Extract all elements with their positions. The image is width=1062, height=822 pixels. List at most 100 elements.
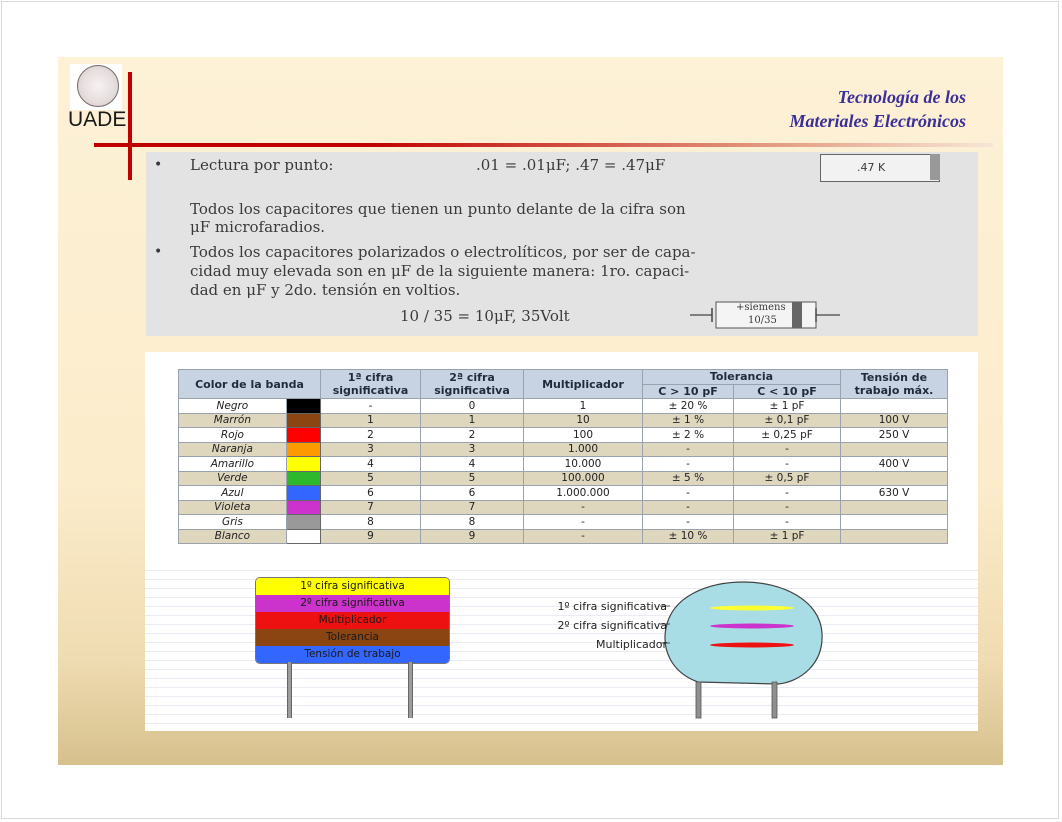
cell-tension [840,398,948,414]
slide-title: Tecnología de los Materiales Electrónico… [790,85,967,133]
cell-mult: 1.000 [523,441,643,457]
cell-tol-lt: ± 0,5 pF [733,470,841,486]
capacitor-47k-label: .47 K [857,161,886,174]
cell-cifra1: 9 [320,528,421,544]
header-cifra2: 2ª cifra significativa [420,369,524,399]
disc-lead-left [695,681,702,719]
rect-band: Multiplicador [256,612,449,629]
cell-cifra2: 5 [420,470,524,486]
cell-tol-lt: ± 0,25 pF [733,427,841,443]
bullet: • [154,244,163,260]
cell-tension [840,441,948,457]
cell-mult: - [523,528,643,544]
para1-line2: μF microfaradios. [190,218,326,236]
disc-body [664,581,823,685]
cell-name: Gris [178,514,287,530]
cell-tension: 250 V [840,427,948,443]
cell-swatch [285,427,322,443]
cell-tol-lt: ± 1 pF [733,528,841,544]
capacitor-47k-drawing: .47 K [820,154,940,182]
cell-tol-lt: - [733,441,841,457]
cell-cifra2: 8 [420,514,524,530]
cell-tol-lt: - [733,456,841,472]
cell-cifra2: 1 [420,412,524,428]
cell-name: Blanco [178,528,287,544]
cell-cifra2: 0 [420,398,524,414]
cell-tol-lt: ± 0,1 pF [733,412,841,428]
cell-tol-lt: ± 1 pF [733,398,841,414]
title-line-2: Materiales Electrónicos [789,111,967,131]
table-row: Violeta 7 7- - - [178,499,948,515]
cell-tol-gt: ± 10 % [642,528,734,544]
capacitor-side-shade [930,154,940,180]
ceramic-rect-capacitor: 1º cifra significativa 2º cifra significa… [255,577,450,664]
cell-mult: 100 [523,427,643,443]
cell-tol-gt: ± 1 % [642,412,734,428]
disc-band [710,623,794,629]
cell-tol-gt: ± 2 % [642,427,734,443]
cell-mult: - [523,499,643,515]
cell-tension [840,528,948,544]
cell-tension [840,470,948,486]
cell-tension: 100 V [840,412,948,428]
cell-swatch [285,456,322,472]
cell-name: Verde [178,470,287,486]
cell-name: Rojo [178,427,287,443]
header-tolerancia: Tolerancia [642,369,841,385]
cell-tol-gt: - [642,499,734,515]
cell-cifra1: - [320,398,421,414]
cell-mult: 1.000.000 [523,485,643,501]
disc-capacitor-drawing [660,581,823,719]
red-vertical-rule [128,72,132,180]
disc-band [710,605,794,611]
para2-line2: cidad muy elevada son en μF de la siguie… [190,262,690,280]
cell-tol-lt: - [733,514,841,530]
cell-swatch [285,470,322,486]
example-formula: 10 / 35 = 10μF, 35Volt [400,307,570,325]
cell-mult: - [523,514,643,530]
cell-tol-gt: - [642,441,734,457]
cell-swatch [285,528,322,544]
cell-cifra1: 5 [320,470,421,486]
cell-cifra2: 4 [420,456,524,472]
cell-mult: 10.000 [523,456,643,472]
cell-mult: 100.000 [523,470,643,486]
electrolytic-capacitor-drawing: +siemens 10/35 [690,300,840,330]
capacitor-lead-left [287,662,292,718]
cell-tol-gt: ± 20 % [642,398,734,414]
header-tol-lt: C < 10 pF [733,383,841,399]
cell-tension: 630 V [840,485,948,501]
cell-swatch [285,398,322,414]
elec-label-1: +siemens [736,302,786,313]
cell-cifra1: 3 [320,441,421,457]
cell-name: Amarillo [178,456,287,472]
cell-tol-gt: - [642,514,734,530]
cell-name: Marrón [178,412,287,428]
table-row: Marrón 1 1 10 ± 1 % ± 0,1 pF 100 V [178,412,948,428]
table-row: Negro -0 1 ± 20 % ± 1 pF [178,398,948,414]
elec-label-2: 10/35 [748,315,777,326]
rect-band: Tensión de trabajo [256,646,449,663]
cell-swatch [285,441,322,457]
table-row: Amarillo 4 4 10.000- -400 V [178,456,948,472]
cell-mult: 10 [523,412,643,428]
cell-tol-gt: ± 5 % [642,470,734,486]
title-line-1: Tecnología de los [837,87,966,107]
table-row: Verde 5 5 100.000 ± 5 % ± 0,5 pF [178,470,948,486]
cell-cifra1: 1 [320,412,421,428]
table-row: Naranja 3 3 1.000- - [178,441,948,457]
disc-lead-right [771,681,778,719]
university-seal-icon [77,65,119,107]
lectura-label: Lectura por punto: [190,156,334,174]
cell-swatch [285,499,322,515]
bullet: • [154,157,163,173]
para2-line3: dad en μF y 2do. tensión en voltios. [190,281,461,299]
red-horizontal-rule [94,143,993,147]
cell-cifra1: 6 [320,485,421,501]
cell-swatch [285,412,322,428]
cell-swatch [285,514,322,530]
cell-cifra1: 7 [320,499,421,515]
table-row: Gris 8 8- - - [178,514,948,530]
cell-tol-lt: - [733,485,841,501]
cell-cifra1: 8 [320,514,421,530]
